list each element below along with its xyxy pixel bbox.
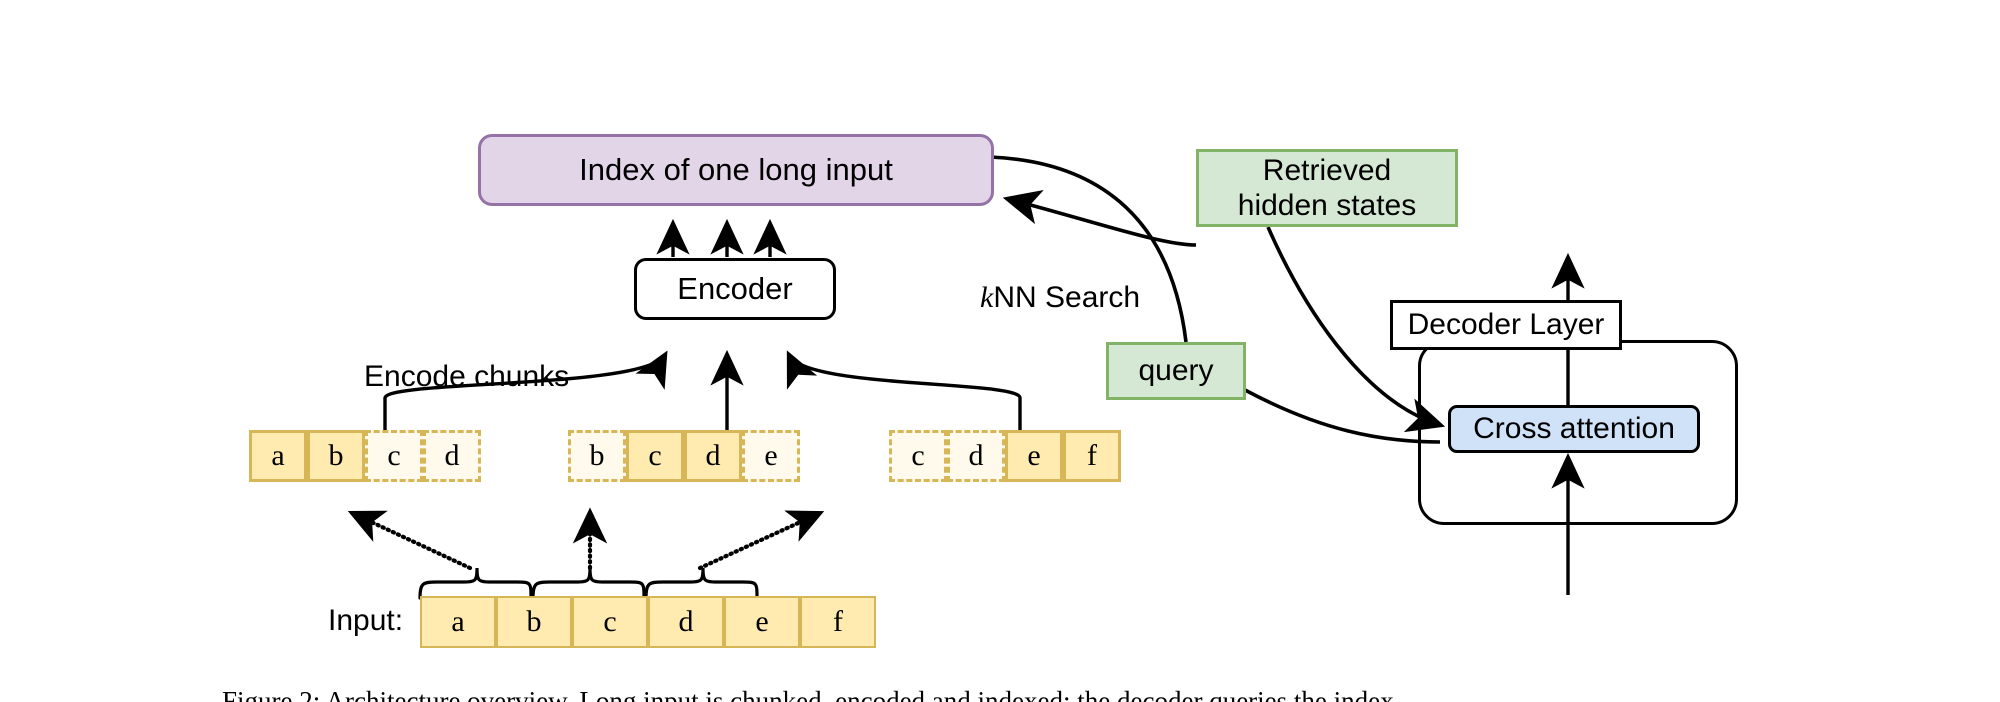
input-cell-token: a xyxy=(451,605,465,638)
knn-search-k-italic: k xyxy=(980,281,994,314)
index-box[interactable]: Index of one long input xyxy=(478,134,994,206)
chunk-cell-token: c xyxy=(648,439,662,472)
query-to-cross-attention-line xyxy=(1244,388,1441,444)
chunk-cell-token: d xyxy=(444,439,460,472)
input-cell[interactable]: c xyxy=(572,596,648,648)
chunk-cell-token: b xyxy=(328,439,344,472)
input-cell-token: d xyxy=(678,605,694,638)
input-cell-token: f xyxy=(833,605,843,638)
input-to-chunkrow-dotted-arrows xyxy=(347,507,825,571)
cross-attention-label: Cross attention xyxy=(1473,412,1675,446)
knn-search-label: kNN Search xyxy=(980,281,1140,315)
chunk-cell-token: d xyxy=(705,439,721,472)
query-box[interactable]: query xyxy=(1106,342,1246,400)
chunk-cell-token: e xyxy=(1027,439,1041,472)
chunk-cell[interactable]: f xyxy=(1063,430,1121,482)
chunk-cell-token: b xyxy=(589,439,605,472)
input-cell[interactable]: e xyxy=(724,596,800,648)
chunk-cell-token: c xyxy=(387,439,401,472)
chunk-cell[interactable]: d xyxy=(684,430,742,482)
chunk-cell-token: a xyxy=(271,439,285,472)
input-chunk-braces xyxy=(418,567,759,600)
chunk-cell-token: e xyxy=(764,439,778,472)
chunk-cell-token: d xyxy=(968,439,984,472)
cross-attention-box[interactable]: Cross attention xyxy=(1448,405,1700,453)
input-cell[interactable]: d xyxy=(648,596,724,648)
chunk-cell-token: f xyxy=(1087,439,1097,472)
chunk-cell[interactable]: c xyxy=(365,430,423,482)
retrieved-hidden-states-label: Retrieved hidden states xyxy=(1237,153,1417,222)
figure-canvas: Index of one long input Encoder Encode c… xyxy=(0,0,2000,702)
input-sequence-label: Input: xyxy=(328,604,404,637)
chunk-cell[interactable]: b xyxy=(307,430,365,482)
input-cell[interactable]: a xyxy=(420,596,496,648)
retrieved-hidden-states-box[interactable]: Retrieved hidden states xyxy=(1196,149,1458,227)
input-cell[interactable]: f xyxy=(800,596,876,648)
chunk-cell[interactable]: d xyxy=(423,430,481,482)
input-cell-token: e xyxy=(755,605,769,638)
decoder-layer-box[interactable]: Decoder Layer xyxy=(1390,300,1622,350)
retrieved-to-index-arrow xyxy=(1002,189,1197,247)
encoder-to-index-arrows xyxy=(656,218,787,257)
encoder-box[interactable]: Encoder xyxy=(634,258,836,320)
chunk-cell[interactable]: d xyxy=(947,430,1005,482)
index-box-label: Index of one long input xyxy=(579,151,893,187)
decoder-layer-label: Decoder Layer xyxy=(1407,308,1605,342)
chunk-cell[interactable]: a xyxy=(249,430,307,482)
query-box-label: query xyxy=(1138,354,1214,388)
chunk-cell[interactable]: b xyxy=(568,430,626,482)
encode-chunks-label: Encode chunks xyxy=(364,360,570,393)
chunk-cell[interactable]: c xyxy=(626,430,684,482)
input-cell-token: b xyxy=(526,605,542,638)
encoder-box-label: Encoder xyxy=(677,270,793,306)
input-cell[interactable]: b xyxy=(496,596,572,648)
chunk-cell[interactable]: e xyxy=(1005,430,1063,482)
chunk-cell[interactable]: c xyxy=(889,430,947,482)
chunk-cell-token: c xyxy=(911,439,925,472)
input-cell-token: c xyxy=(603,605,617,638)
chunk-cell[interactable]: e xyxy=(742,430,800,482)
figure-caption: Figure 2: Architecture overview. Long in… xyxy=(222,686,1401,702)
knn-search-rest: NN Search xyxy=(993,281,1141,314)
